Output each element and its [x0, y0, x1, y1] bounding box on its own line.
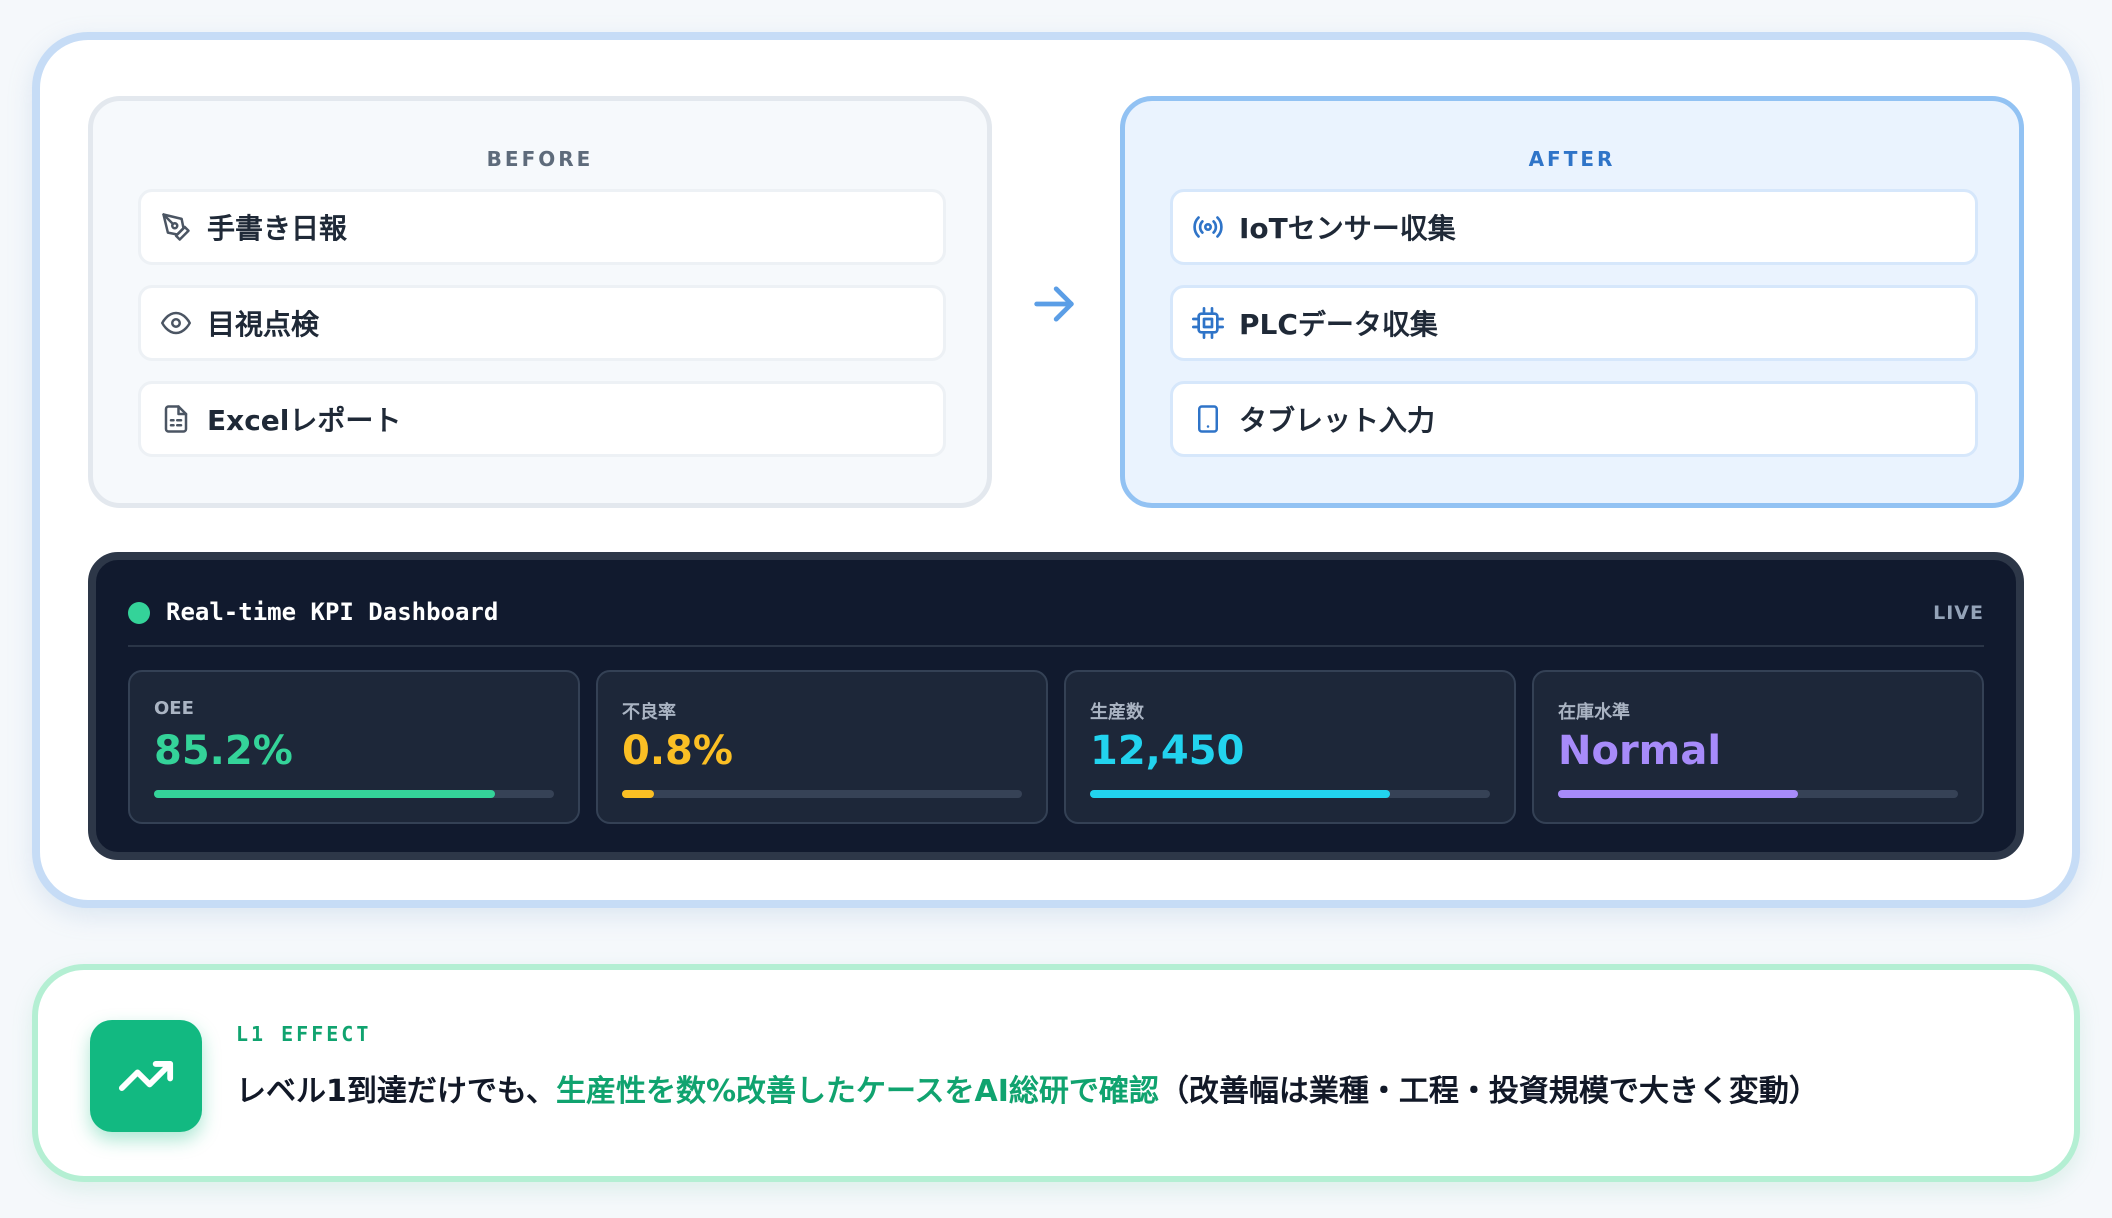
chip-icon	[1191, 306, 1225, 340]
after-item-iot-sensor: IoTセンサー収集	[1170, 189, 1978, 265]
kpi-card-defect-rate: 不良率 0.8%	[596, 670, 1048, 824]
after-item-label: タブレット入力	[1239, 404, 1436, 437]
sensor-signal-icon	[1191, 210, 1225, 244]
before-item-excel-report: Excelレポート	[138, 381, 946, 457]
kpi-card-oee: OEE 85.2%	[128, 670, 580, 824]
effect-text-lead: レベル1到達だけでも、	[236, 1074, 556, 1109]
before-item-label: 目視点検	[207, 308, 320, 341]
kpi-label: 不良率	[622, 702, 676, 723]
kpi-card-inventory-level: 在庫水準 Normal	[1532, 670, 1984, 824]
kpi-value: 85.2%	[154, 728, 293, 774]
live-status-dot	[128, 602, 150, 624]
trending-up-icon	[90, 1020, 202, 1132]
before-item-label: 手書き日報	[207, 212, 348, 245]
kpi-progress-fill	[1558, 790, 1798, 798]
effect-callout: L1 EFFECT レベル1到達だけでも、生産性を数%改善したケースをAI総研で…	[32, 964, 2080, 1182]
kpi-progress-fill	[154, 790, 495, 798]
dashboard-title: Real-time KPI Dashboard	[166, 598, 499, 626]
pen-icon	[159, 210, 193, 244]
before-title: BEFORE	[486, 147, 594, 171]
kpi-label: OEE	[154, 698, 194, 719]
kpi-progress-track	[154, 790, 554, 798]
kpi-progress-fill	[1090, 790, 1390, 798]
before-item-handwritten-report: 手書き日報	[138, 189, 946, 265]
after-title: AFTER	[1528, 147, 1616, 171]
kpi-value: 0.8%	[622, 728, 733, 774]
kpi-dashboard: Real-time KPI Dashboard LIVE OEE 85.2% 不…	[88, 552, 2024, 860]
after-item-label: PLCデータ収集	[1239, 308, 1438, 341]
kpi-progress-track	[1090, 790, 1490, 798]
kpi-progress-track	[1558, 790, 1958, 798]
live-badge: LIVE	[1933, 602, 1984, 624]
before-item-label: Excelレポート	[207, 404, 402, 437]
effect-text-note: （改善幅は業種・工程・投資規模で大きく変動）	[1158, 1074, 1819, 1109]
spreadsheet-file-icon	[159, 402, 193, 436]
effect-tag: L1 EFFECT	[236, 1022, 372, 1046]
comparison-card: BEFORE 手書き日報 目視点検 Excelレポート AFTER IoTセンサ…	[32, 32, 2080, 908]
kpi-value: 12,450	[1090, 728, 1245, 774]
after-item-label: IoTセンサー収集	[1239, 212, 1456, 245]
before-item-visual-inspection: 目視点検	[138, 285, 946, 361]
kpi-label: 生産数	[1090, 702, 1144, 723]
effect-text-highlight: 生産性を数%改善したケースをAI総研で確認	[555, 1074, 1159, 1109]
dashboard-divider	[128, 645, 1984, 647]
kpi-progress-track	[622, 790, 1022, 798]
before-panel: BEFORE 手書き日報 目視点検 Excelレポート	[88, 96, 992, 508]
kpi-value: Normal	[1558, 728, 1722, 774]
kpi-progress-fill	[622, 790, 654, 798]
after-item-tablet-input: タブレット入力	[1170, 381, 1978, 457]
arrow-right-icon	[1026, 276, 1082, 332]
after-item-plc-data: PLCデータ収集	[1170, 285, 1978, 361]
eye-icon	[159, 306, 193, 340]
effect-text: レベル1到達だけでも、生産性を数%改善したケースをAI総研で確認（改善幅は業種・…	[236, 1066, 1819, 1110]
kpi-card-production-count: 生産数 12,450	[1064, 670, 1516, 824]
kpi-label: 在庫水準	[1558, 702, 1630, 723]
after-panel: AFTER IoTセンサー収集 PLCデータ収集 タブレット入力	[1120, 96, 2024, 508]
tablet-icon	[1191, 402, 1225, 436]
